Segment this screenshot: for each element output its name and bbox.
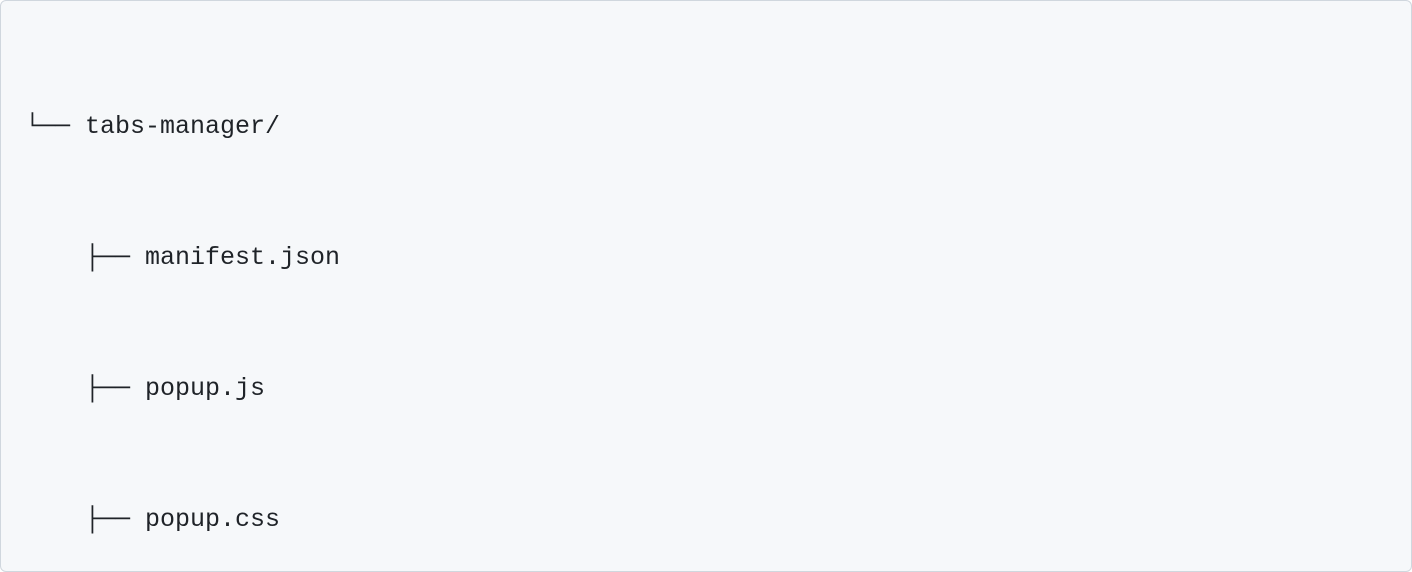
tree-line: ├── popup.css: [25, 498, 1387, 542]
directory-tree: └── tabs-manager/ ├── manifest.json ├── …: [25, 17, 1387, 572]
code-block: └── tabs-manager/ ├── manifest.json ├── …: [0, 0, 1412, 572]
tree-line: ├── manifest.json: [25, 236, 1387, 280]
tree-line: └── tabs-manager/: [25, 105, 1387, 149]
tree-line: ├── popup.js: [25, 367, 1387, 411]
